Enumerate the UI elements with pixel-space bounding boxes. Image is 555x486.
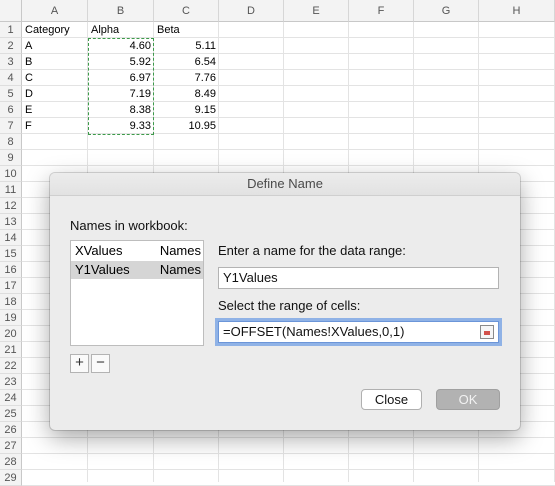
names-in-workbook-label: Names in workbook: (70, 218, 188, 233)
column-header[interactable]: E (284, 0, 349, 22)
cell[interactable]: 10.95 (157, 118, 216, 134)
row-header[interactable]: 15 (0, 246, 22, 262)
row-header[interactable]: 1 (0, 22, 22, 38)
row-header[interactable]: 8 (0, 134, 22, 150)
cell[interactable]: 8.38 (91, 102, 151, 118)
cell[interactable]: Beta (157, 22, 216, 38)
row-header[interactable]: 2 (0, 38, 22, 54)
gridline (22, 469, 555, 470)
row-header[interactable]: 29 (0, 470, 22, 486)
cell[interactable]: A (25, 38, 85, 54)
sheet-label: Names (159, 243, 201, 258)
row-header[interactable]: 9 (0, 150, 22, 166)
cell[interactable]: 5.92 (91, 54, 151, 70)
row-header[interactable]: 7 (0, 118, 22, 134)
close-button[interactable]: Close (361, 389, 422, 410)
name-prompt-label: Enter a name for the data range: (218, 243, 406, 258)
column-header[interactable]: A (22, 0, 88, 22)
cell[interactable]: F (25, 118, 85, 134)
cell[interactable]: B (25, 54, 85, 70)
define-name-dialog: Define Name Names in workbook: XValues N… (50, 173, 520, 430)
gridline (22, 437, 555, 438)
row-header[interactable]: 23 (0, 374, 22, 390)
cell[interactable]: Category (25, 22, 85, 38)
remove-name-button[interactable]: − (91, 354, 110, 373)
gridline (22, 453, 555, 454)
row-header[interactable]: 22 (0, 358, 22, 374)
list-item[interactable]: XValues Names (71, 242, 203, 260)
list-item-selected[interactable]: Y1Values Names (71, 261, 203, 279)
row-header[interactable]: 19 (0, 310, 22, 326)
row-header[interactable]: 11 (0, 182, 22, 198)
row-header[interactable]: 20 (0, 326, 22, 342)
row-header[interactable]: 24 (0, 390, 22, 406)
row-header[interactable]: 3 (0, 54, 22, 70)
row-header[interactable]: 10 (0, 166, 22, 182)
cell[interactable]: E (25, 102, 85, 118)
range-input-text: =OFFSET(Names!XValues,0,1) (223, 324, 405, 339)
row-header[interactable]: 18 (0, 294, 22, 310)
row-header[interactable]: 4 (0, 70, 22, 86)
column-header[interactable]: B (88, 0, 154, 22)
row-header[interactable]: 13 (0, 214, 22, 230)
cell[interactable]: 9.33 (91, 118, 151, 134)
row-header[interactable]: 26 (0, 422, 22, 438)
names-list[interactable]: XValues Names Y1Values Names (70, 240, 204, 346)
gridline (22, 149, 555, 150)
row-header[interactable]: 25 (0, 406, 22, 422)
cell[interactable]: 6.54 (157, 54, 216, 70)
name-label: XValues (75, 243, 123, 258)
column-header[interactable]: H (479, 0, 555, 22)
row-header[interactable]: 5 (0, 86, 22, 102)
cell[interactable]: 4.60 (91, 38, 151, 54)
select-all-corner[interactable] (0, 0, 22, 22)
row-header[interactable]: 12 (0, 198, 22, 214)
cell[interactable]: 8.49 (157, 86, 216, 102)
column-header[interactable]: C (154, 0, 219, 22)
gridline (22, 165, 555, 166)
add-name-button[interactable]: + (70, 354, 89, 373)
ok-button[interactable]: OK (436, 389, 500, 410)
cell[interactable]: C (25, 70, 85, 86)
row-header[interactable]: 17 (0, 278, 22, 294)
cell[interactable]: 9.15 (157, 102, 216, 118)
cell[interactable]: Alpha (91, 22, 151, 38)
cell[interactable]: 6.97 (91, 70, 151, 86)
row-header[interactable]: 6 (0, 102, 22, 118)
range-prompt-label: Select the range of cells: (218, 298, 361, 313)
cell[interactable]: 5.11 (157, 38, 216, 54)
name-input[interactable]: Y1Values (218, 267, 499, 289)
column-header[interactable]: F (349, 0, 414, 22)
row-header[interactable]: 21 (0, 342, 22, 358)
cell[interactable]: 7.19 (91, 86, 151, 102)
collapse-range-icon[interactable] (480, 325, 494, 339)
column-header[interactable]: D (219, 0, 284, 22)
sheet-label: Names (159, 262, 201, 277)
cell[interactable]: 7.76 (157, 70, 216, 86)
row-header[interactable]: 14 (0, 230, 22, 246)
row-header[interactable]: 16 (0, 262, 22, 278)
name-label: Y1Values (75, 262, 130, 277)
row-header[interactable]: 28 (0, 454, 22, 470)
range-input[interactable]: =OFFSET(Names!XValues,0,1) (218, 321, 499, 343)
row-header[interactable]: 27 (0, 438, 22, 454)
cell[interactable]: D (25, 86, 85, 102)
dialog-title: Define Name (50, 173, 520, 196)
column-header[interactable]: G (414, 0, 479, 22)
